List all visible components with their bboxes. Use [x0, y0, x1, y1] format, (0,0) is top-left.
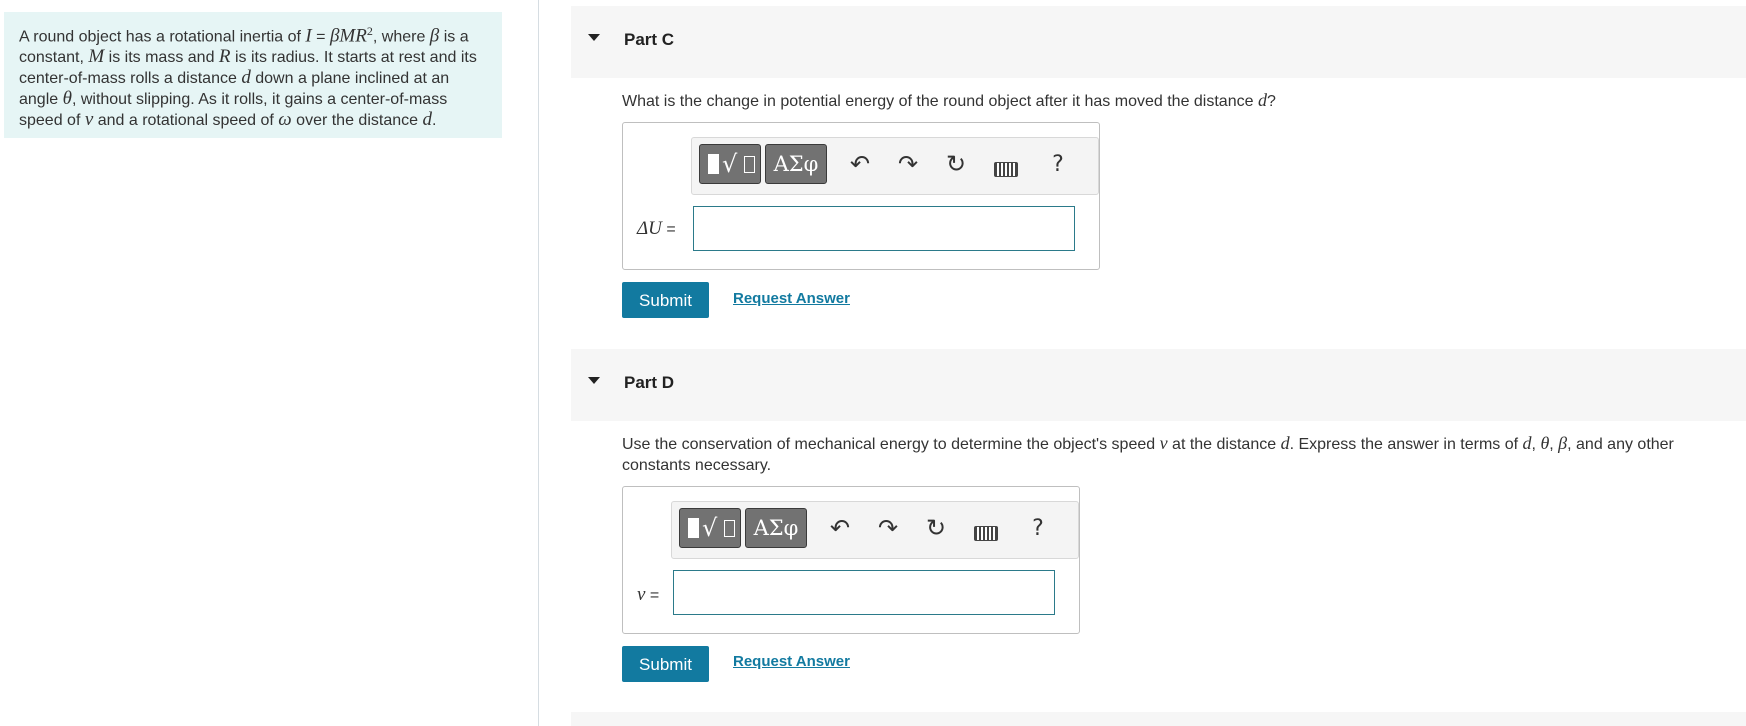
collapse-caret-icon[interactable]: [588, 34, 600, 41]
math-var: d: [1280, 433, 1290, 453]
question-text: at the distance: [1167, 436, 1281, 453]
panel-divider: [538, 0, 539, 726]
request-answer-link[interactable]: Request Answer: [733, 653, 850, 670]
greek-letters-icon[interactable]: ΑΣφ: [765, 144, 827, 184]
problem-text: .: [431, 112, 437, 130]
problem-text: =: [311, 28, 330, 46]
undo-icon[interactable]: ↶: [826, 514, 854, 544]
part-d-answer-box: √ ΑΣφ ↶ ↷ ↻ ? v =: [622, 486, 1080, 634]
part-c-title: Part C: [624, 30, 675, 49]
math-var: v: [84, 109, 94, 131]
math-var: d: [1522, 433, 1532, 453]
label-var: ΔU: [637, 218, 662, 239]
keyboard-icon[interactable]: [994, 162, 1018, 177]
next-part-header: [571, 712, 1746, 726]
part-c-question: What is the change in potential energy o…: [622, 90, 1722, 112]
answer-label: ΔU =: [637, 218, 676, 240]
math-var: d: [422, 109, 432, 131]
problem-text: , where: [372, 28, 430, 46]
label-eq: =: [661, 221, 676, 238]
problem-text: and a rotational speed of: [93, 112, 279, 130]
part-d-question: Use the conservation of mechanical energ…: [622, 433, 1722, 476]
question-text: . Express the answer in terms of: [1289, 436, 1523, 453]
problem-text: over the distance: [291, 112, 423, 130]
math-var: βMR: [329, 25, 367, 47]
math-toolbar: √ ΑΣφ ↶ ↷ ↻ ?: [671, 501, 1079, 559]
problem-statement: A round object has a rotational inertia …: [4, 12, 502, 138]
part-d-title: Part D: [624, 373, 675, 392]
request-answer-link[interactable]: Request Answer: [733, 290, 850, 307]
label-eq: =: [645, 587, 660, 604]
math-var: θ: [1540, 433, 1550, 453]
help-icon[interactable]: ?: [1044, 150, 1072, 180]
submit-button[interactable]: Submit: [622, 282, 709, 318]
answer-input[interactable]: [673, 570, 1055, 615]
answer-input[interactable]: [693, 206, 1075, 251]
greek-letters-icon[interactable]: ΑΣφ: [745, 508, 807, 548]
math-var: β: [1558, 433, 1568, 453]
redo-icon[interactable]: ↷: [874, 514, 902, 544]
question-text: What is the change in potential energy o…: [622, 93, 1258, 110]
templates-icon[interactable]: √: [699, 144, 761, 184]
answer-label: v =: [637, 584, 659, 606]
math-var: M: [88, 46, 105, 68]
keyboard-icon[interactable]: [974, 526, 998, 541]
math-var: d: [1257, 90, 1267, 110]
part-c-answer-box: √ ΑΣφ ↶ ↷ ↻ ? ΔU =: [622, 122, 1100, 270]
collapse-caret-icon[interactable]: [588, 377, 600, 384]
undo-icon[interactable]: ↶: [846, 150, 874, 180]
math-var: β: [429, 25, 440, 47]
problem-text: is its mass and: [104, 49, 219, 67]
templates-icon[interactable]: √: [679, 508, 741, 548]
question-text: ,: [1549, 436, 1559, 453]
help-icon[interactable]: ?: [1024, 514, 1052, 544]
math-toolbar: √ ΑΣφ ↶ ↷ ↻ ?: [691, 137, 1099, 195]
question-text: Use the conservation of mechanical energ…: [622, 436, 1160, 453]
part-d-header[interactable]: Part D: [571, 349, 1746, 421]
submit-button[interactable]: Submit: [622, 646, 709, 682]
redo-icon[interactable]: ↷: [894, 150, 922, 180]
math-var: ω: [278, 109, 292, 131]
problem-text: A round object has a rotational inertia …: [19, 28, 306, 46]
math-var: R: [218, 46, 231, 68]
math-var: v: [1159, 433, 1168, 453]
part-c-header[interactable]: Part C: [571, 6, 1746, 78]
reset-icon[interactable]: ↻: [922, 514, 950, 544]
math-var: d: [241, 67, 251, 89]
question-text: ?: [1266, 93, 1276, 110]
reset-icon[interactable]: ↻: [942, 150, 970, 180]
math-var: θ: [62, 88, 72, 110]
